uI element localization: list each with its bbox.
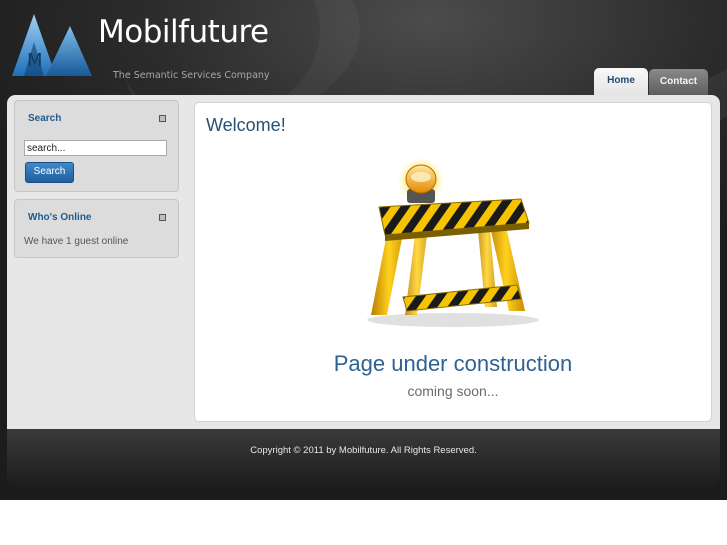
collapse-icon[interactable] xyxy=(159,214,166,221)
search-button[interactable]: Search xyxy=(25,162,74,183)
footer: Copyright © 2011 by Mobilfuture. All Rig… xyxy=(7,429,720,485)
construction-title: Page under construction xyxy=(333,351,573,376)
welcome-panel: Welcome! Page under construction coming … xyxy=(194,102,712,422)
whos-online-title: Who's Online xyxy=(28,212,92,223)
collapse-icon[interactable] xyxy=(159,115,166,122)
online-status-text: We have 1 guest online xyxy=(24,236,129,247)
logo-mountain-icon: M xyxy=(12,14,92,76)
construction-barrier-icon xyxy=(367,157,539,327)
footer-copyright: Copyright © 2011 by Mobilfuture. All Rig… xyxy=(250,445,477,456)
page-shell: Search Search Who's Online We have 1 gue… xyxy=(7,95,720,485)
svg-text:M: M xyxy=(27,50,43,71)
search-module-title: Search xyxy=(28,113,62,124)
search-module: Search Search xyxy=(14,100,179,192)
construction-subtitle: coming soon... xyxy=(407,383,499,399)
page-title: Welcome! xyxy=(206,115,286,135)
tab-home[interactable]: Home xyxy=(594,68,648,95)
site-logo[interactable]: M Mobilfuture The Semantic Services Comp… xyxy=(10,12,270,82)
tab-contact[interactable]: Contact xyxy=(649,69,708,95)
logo-wordmark: Mobilfuture xyxy=(98,14,269,50)
whos-online-module: Who's Online We have 1 guest online xyxy=(14,199,179,258)
header-background: M Mobilfuture The Semantic Services Comp… xyxy=(0,0,727,500)
search-input[interactable] xyxy=(24,140,167,156)
content-area: Search Search Who's Online We have 1 gue… xyxy=(7,95,720,429)
logo-tagline: The Semantic Services Company xyxy=(113,70,270,81)
